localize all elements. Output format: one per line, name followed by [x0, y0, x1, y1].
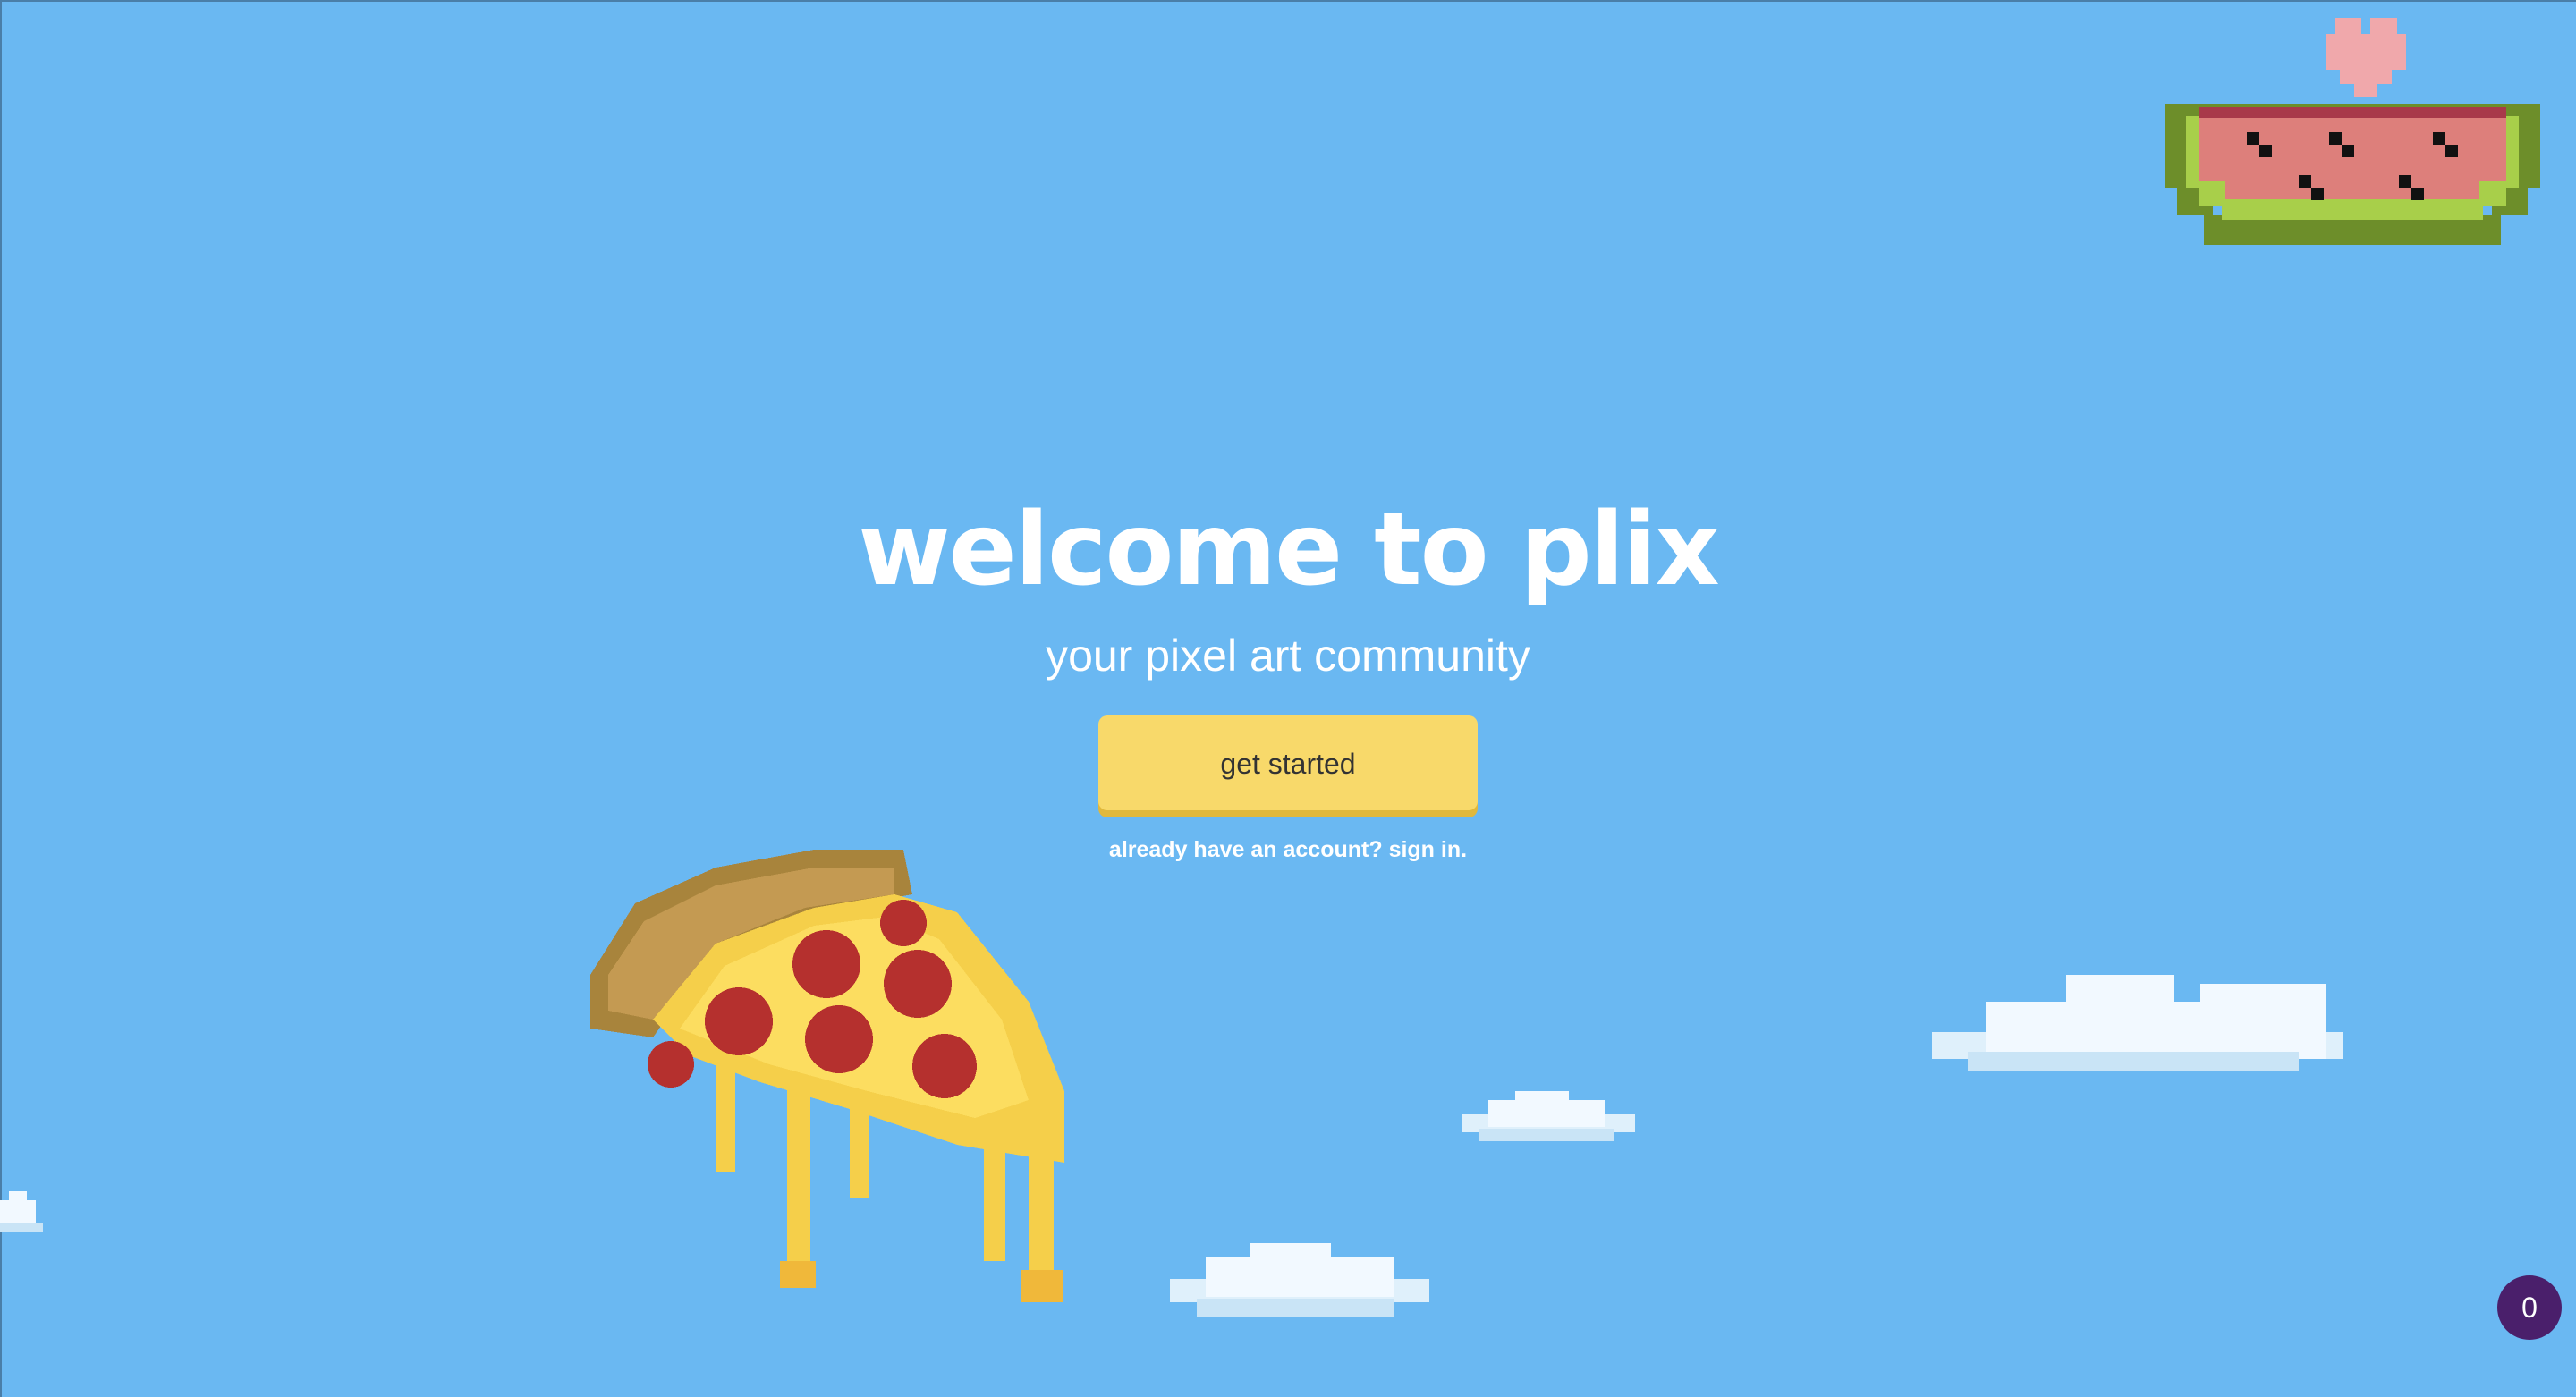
heart-icon — [2326, 18, 2406, 97]
watermelon-icon — [2165, 18, 2540, 245]
signin-prompt-text: already have an account? — [1108, 837, 1383, 862]
cloud-icon — [1932, 975, 2343, 1071]
pizza-slice-icon — [590, 850, 1064, 1302]
notification-count-badge[interactable]: 0 — [2497, 1275, 2562, 1340]
signin-prompt: already have an account? sign in. — [0, 837, 2576, 863]
hero-section: welcome to plix your pixel art community… — [0, 483, 2576, 863]
cloud-icon — [1462, 1091, 1635, 1141]
cloud-icon — [1170, 1243, 1429, 1317]
sign-in-link[interactable]: sign in. — [1389, 837, 1468, 862]
page-subtitle: your pixel art community — [1046, 631, 1530, 681]
page-title: welcome to plix — [858, 492, 1719, 608]
cloud-icon — [0, 1191, 43, 1232]
get-started-button[interactable]: get started — [1098, 715, 1478, 810]
